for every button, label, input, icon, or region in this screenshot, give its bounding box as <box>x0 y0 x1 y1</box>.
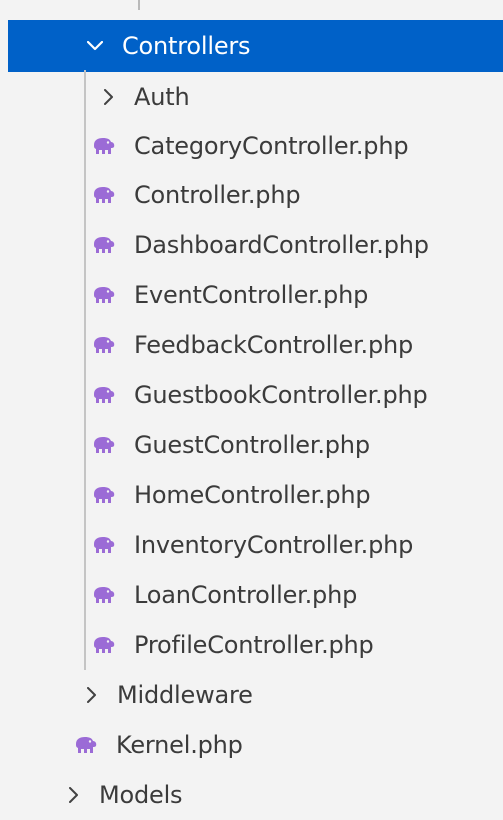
chevron-right-icon[interactable] <box>81 684 103 706</box>
tree-folder-controllers[interactable]: Controllers <box>8 20 503 72</box>
file-label: ProfileController.php <box>134 631 374 659</box>
file-label: CategoryController.php <box>134 132 409 160</box>
php-elephant-icon <box>90 135 118 157</box>
file-label: Controller.php <box>134 181 301 209</box>
tree-folder-label: Middleware <box>117 681 253 709</box>
file-label: GuestbookController.php <box>134 381 428 409</box>
file-label: Kernel.php <box>116 731 243 759</box>
tree-file-row[interactable]: GuestbookController.php <box>0 370 503 420</box>
php-elephant-icon <box>72 734 100 756</box>
chevron-right-icon[interactable] <box>63 784 85 806</box>
tree-file-row[interactable]: CategoryController.php <box>0 121 503 171</box>
tree-file-row[interactable]: InventoryController.php <box>0 520 503 570</box>
tree-file-row[interactable]: FeedbackController.php <box>0 320 503 370</box>
file-label: EventController.php <box>134 281 369 309</box>
tree-file-row[interactable]: DashboardController.php <box>0 220 503 270</box>
file-label: HomeController.php <box>134 481 371 509</box>
file-label: LoanController.php <box>134 581 358 609</box>
php-elephant-icon <box>90 434 118 456</box>
tree-file-row[interactable]: Kernel.php <box>0 720 503 770</box>
php-elephant-icon <box>90 584 118 606</box>
file-label: InventoryController.php <box>134 531 414 559</box>
php-elephant-icon <box>90 484 118 506</box>
tree-file-row[interactable]: LoanController.php <box>0 570 503 620</box>
tree-guide-stub <box>138 0 140 10</box>
file-label: FeedbackController.php <box>134 331 414 359</box>
php-elephant-icon <box>90 284 118 306</box>
file-label: GuestController.php <box>134 431 370 459</box>
tree-folder-auth[interactable]: Auth <box>0 72 503 122</box>
tree-folder-label: Auth <box>134 83 190 111</box>
tree-file-row[interactable]: EventController.php <box>0 270 503 320</box>
php-elephant-icon <box>90 534 118 556</box>
php-elephant-icon <box>90 634 118 656</box>
tree-folder-label: Controllers <box>122 32 251 60</box>
file-label: DashboardController.php <box>134 231 429 259</box>
php-elephant-icon <box>90 184 118 206</box>
php-elephant-icon <box>90 384 118 406</box>
tree-file-row[interactable]: Controller.php <box>0 170 503 220</box>
chevron-right-icon[interactable] <box>98 86 120 108</box>
file-explorer-tree: Controllers Auth CategoryController.php … <box>0 0 503 810</box>
tree-folder-middleware[interactable]: Middleware <box>0 670 503 720</box>
tree-file-row[interactable]: GuestController.php <box>0 420 503 470</box>
tree-folder-label: Models <box>99 781 183 809</box>
php-elephant-icon <box>90 234 118 256</box>
php-elephant-icon <box>90 334 118 356</box>
tree-file-row[interactable]: ProfileController.php <box>0 620 503 670</box>
tree-file-row[interactable]: HomeController.php <box>0 470 503 520</box>
chevron-down-icon[interactable] <box>84 35 106 57</box>
tree-folder-models[interactable]: Models <box>0 770 503 820</box>
